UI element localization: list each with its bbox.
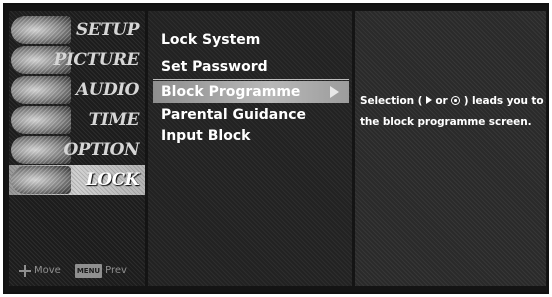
category-time[interactable]: TIME xyxy=(9,105,145,135)
menu-item-label: Block Programme xyxy=(161,84,301,100)
info-text-start: Selection ( xyxy=(360,95,423,107)
category-setup[interactable]: SETUP xyxy=(9,15,145,45)
category-label: SETUP xyxy=(76,20,140,40)
tv-osd-screen: SETUP PICTURE AUDIO TIME OPTION LOCK Mov… xyxy=(3,3,549,294)
right-arrow-icon xyxy=(425,96,432,104)
info-description: Selection ( or ) leads you to the block … xyxy=(360,91,544,133)
category-lock[interactable]: LOCK xyxy=(9,165,145,195)
ok-button-icon xyxy=(451,96,461,105)
menu-key-icon: MENU xyxy=(74,264,103,278)
lock-thumbnail-icon xyxy=(11,166,71,194)
audio-thumbnail-icon xyxy=(11,76,71,104)
info-text-or: or xyxy=(435,95,448,107)
move-hint-label: Move xyxy=(34,265,61,276)
category-sidebar: SETUP PICTURE AUDIO TIME OPTION LOCK Mov… xyxy=(9,11,145,286)
menu-item-parental-guidance[interactable]: Parental Guidance xyxy=(153,104,349,126)
category-label: TIME xyxy=(88,110,140,130)
time-thumbnail-icon xyxy=(11,106,71,134)
menu-item-label: Set Password xyxy=(161,59,268,75)
menu-item-lock-system[interactable]: Lock System xyxy=(153,29,349,51)
category-label: PICTURE xyxy=(53,50,140,70)
category-label: AUDIO xyxy=(75,80,140,100)
four-way-arrow-icon xyxy=(19,265,31,277)
prev-hint-label: Prev xyxy=(105,265,127,276)
right-arrow-icon xyxy=(330,86,339,98)
menu-item-block-programme[interactable]: Block Programme xyxy=(153,81,349,103)
menu-item-label: Parental Guidance xyxy=(161,107,306,123)
menu-item-set-password[interactable]: Set Password xyxy=(153,56,349,78)
category-label: OPTION xyxy=(63,140,139,160)
menu-divider xyxy=(153,79,349,80)
menu-item-label: Input Block xyxy=(161,128,251,144)
lock-submenu: Lock System Set Password Block Programme… xyxy=(148,11,352,286)
category-label: LOCK xyxy=(85,170,140,190)
setup-thumbnail-icon xyxy=(11,16,71,44)
menu-item-label: Lock System xyxy=(161,32,261,48)
category-picture[interactable]: PICTURE xyxy=(9,45,145,75)
category-option[interactable]: OPTION xyxy=(9,135,145,165)
navigation-hint: Move MENU Prev xyxy=(19,264,127,278)
category-audio[interactable]: AUDIO xyxy=(9,75,145,105)
option-thumbnail-icon xyxy=(11,136,71,164)
info-panel: Selection ( or ) leads you to the block … xyxy=(355,11,546,286)
menu-item-input-block[interactable]: Input Block xyxy=(153,125,349,147)
